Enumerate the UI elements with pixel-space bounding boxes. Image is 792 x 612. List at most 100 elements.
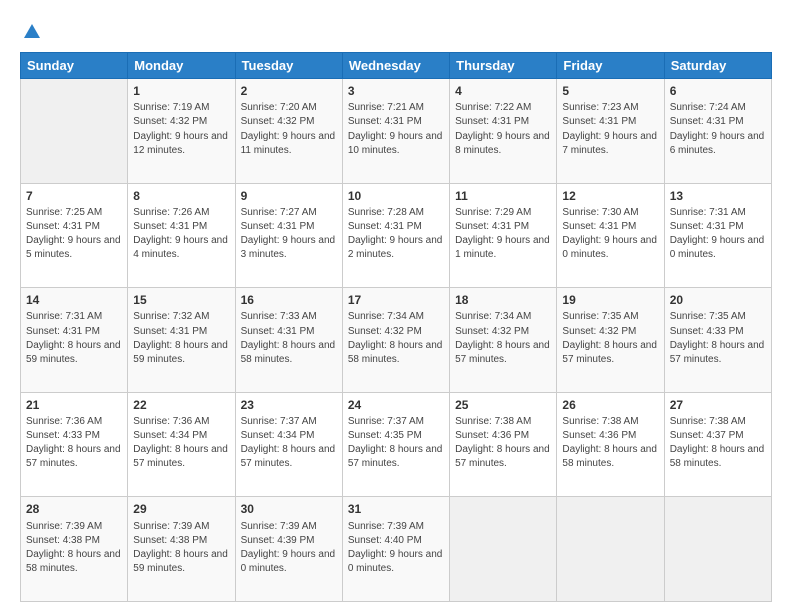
calendar-week-row: 28 Sunrise: 7:39 AM Sunset: 4:38 PM Dayli… [21, 497, 772, 602]
day-info: Sunrise: 7:34 AM Sunset: 4:32 PM Dayligh… [455, 311, 550, 365]
weekday-header: Tuesday [235, 53, 342, 79]
calendar-cell [557, 497, 664, 602]
day-number: 23 [241, 397, 337, 413]
page: SundayMondayTuesdayWednesdayThursdayFrid… [0, 0, 792, 612]
logo [20, 22, 42, 42]
day-info: Sunrise: 7:28 AM Sunset: 4:31 PM Dayligh… [348, 207, 443, 261]
day-info: Sunrise: 7:26 AM Sunset: 4:31 PM Dayligh… [133, 207, 228, 261]
day-info: Sunrise: 7:19 AM Sunset: 4:32 PM Dayligh… [133, 102, 228, 156]
day-number: 27 [670, 397, 766, 413]
weekday-header: Saturday [664, 53, 771, 79]
day-info: Sunrise: 7:20 AM Sunset: 4:32 PM Dayligh… [241, 102, 336, 156]
day-number: 17 [348, 292, 444, 308]
calendar-cell: 12 Sunrise: 7:30 AM Sunset: 4:31 PM Dayli… [557, 183, 664, 288]
day-info: Sunrise: 7:38 AM Sunset: 4:37 PM Dayligh… [670, 416, 765, 470]
day-number: 9 [241, 188, 337, 204]
day-number: 25 [455, 397, 551, 413]
day-info: Sunrise: 7:34 AM Sunset: 4:32 PM Dayligh… [348, 311, 443, 365]
day-info: Sunrise: 7:31 AM Sunset: 4:31 PM Dayligh… [26, 311, 121, 365]
calendar-cell: 19Sunrise: 7:35 AM Sunset: 4:32 PM Dayli… [557, 288, 664, 393]
day-number: 1 [133, 83, 229, 99]
calendar-week-row: 21 Sunrise: 7:36 AM Sunset: 4:33 PM Dayli… [21, 392, 772, 497]
day-number: 8 [133, 188, 229, 204]
calendar-cell: 6 Sunrise: 7:24 AM Sunset: 4:31 PM Daylig… [664, 79, 771, 184]
calendar-cell [664, 497, 771, 602]
calendar-cell: 10 Sunrise: 7:28 AM Sunset: 4:31 PM Dayli… [342, 183, 449, 288]
calendar-cell: 27 Sunrise: 7:38 AM Sunset: 4:37 PM Dayli… [664, 392, 771, 497]
weekday-header: Sunday [21, 53, 128, 79]
day-info: Sunrise: 7:35 AM Sunset: 4:33 PM Dayligh… [670, 311, 765, 365]
calendar-cell: 26Sunrise: 7:38 AM Sunset: 4:36 PM Dayli… [557, 392, 664, 497]
day-number: 5 [562, 83, 658, 99]
day-number: 6 [670, 83, 766, 99]
day-info: Sunrise: 7:39 AM Sunset: 4:40 PM Dayligh… [348, 521, 443, 575]
weekday-header: Wednesday [342, 53, 449, 79]
calendar-cell: 20 Sunrise: 7:35 AM Sunset: 4:33 PM Dayli… [664, 288, 771, 393]
day-number: 4 [455, 83, 551, 99]
calendar-cell: 9Sunrise: 7:27 AM Sunset: 4:31 PM Daylig… [235, 183, 342, 288]
logo-icon [22, 22, 42, 42]
calendar-cell: 1 Sunrise: 7:19 AM Sunset: 4:32 PM Daylig… [128, 79, 235, 184]
calendar-cell: 3 Sunrise: 7:21 AM Sunset: 4:31 PM Daylig… [342, 79, 449, 184]
day-number: 3 [348, 83, 444, 99]
day-number: 22 [133, 397, 229, 413]
calendar-week-row: 7 Sunrise: 7:25 AM Sunset: 4:31 PM Daylig… [21, 183, 772, 288]
calendar-cell: 23 Sunrise: 7:37 AM Sunset: 4:34 PM Dayli… [235, 392, 342, 497]
calendar-cell: 24Sunrise: 7:37 AM Sunset: 4:35 PM Dayli… [342, 392, 449, 497]
day-info: Sunrise: 7:29 AM Sunset: 4:31 PM Dayligh… [455, 207, 550, 261]
day-number: 18 [455, 292, 551, 308]
calendar-week-row: 14 Sunrise: 7:31 AM Sunset: 4:31 PM Dayli… [21, 288, 772, 393]
day-number: 2 [241, 83, 337, 99]
calendar-cell: 25 Sunrise: 7:38 AM Sunset: 4:36 PM Dayli… [450, 392, 557, 497]
calendar-cell: 21 Sunrise: 7:36 AM Sunset: 4:33 PM Dayli… [21, 392, 128, 497]
calendar-cell: 22Sunrise: 7:36 AM Sunset: 4:34 PM Dayli… [128, 392, 235, 497]
calendar-cell: 7 Sunrise: 7:25 AM Sunset: 4:31 PM Daylig… [21, 183, 128, 288]
day-number: 7 [26, 188, 122, 204]
day-info: Sunrise: 7:39 AM Sunset: 4:38 PM Dayligh… [133, 521, 228, 575]
day-info: Sunrise: 7:37 AM Sunset: 4:34 PM Dayligh… [241, 416, 336, 470]
day-number: 16 [241, 292, 337, 308]
day-number: 11 [455, 188, 551, 204]
day-info: Sunrise: 7:23 AM Sunset: 4:31 PM Dayligh… [562, 102, 657, 156]
day-number: 14 [26, 292, 122, 308]
calendar-cell: 5 Sunrise: 7:23 AM Sunset: 4:31 PM Daylig… [557, 79, 664, 184]
day-number: 12 [562, 188, 658, 204]
day-info: Sunrise: 7:24 AM Sunset: 4:31 PM Dayligh… [670, 102, 765, 156]
calendar-cell: 2 Sunrise: 7:20 AM Sunset: 4:32 PM Daylig… [235, 79, 342, 184]
day-info: Sunrise: 7:21 AM Sunset: 4:31 PM Dayligh… [348, 102, 443, 156]
day-number: 21 [26, 397, 122, 413]
day-info: Sunrise: 7:30 AM Sunset: 4:31 PM Dayligh… [562, 207, 657, 261]
calendar-cell: 11 Sunrise: 7:29 AM Sunset: 4:31 PM Dayli… [450, 183, 557, 288]
day-number: 26 [562, 397, 658, 413]
day-info: Sunrise: 7:37 AM Sunset: 4:35 PM Dayligh… [348, 416, 443, 470]
day-info: Sunrise: 7:38 AM Sunset: 4:36 PM Dayligh… [455, 416, 550, 470]
calendar-cell: 17 Sunrise: 7:34 AM Sunset: 4:32 PM Dayli… [342, 288, 449, 393]
calendar-cell: 31Sunrise: 7:39 AM Sunset: 4:40 PM Dayli… [342, 497, 449, 602]
weekday-header: Thursday [450, 53, 557, 79]
day-number: 20 [670, 292, 766, 308]
day-number: 30 [241, 501, 337, 517]
calendar-cell: 14 Sunrise: 7:31 AM Sunset: 4:31 PM Dayli… [21, 288, 128, 393]
day-number: 10 [348, 188, 444, 204]
day-number: 29 [133, 501, 229, 517]
calendar-cell: 13 Sunrise: 7:31 AM Sunset: 4:31 PM Dayli… [664, 183, 771, 288]
day-info: Sunrise: 7:39 AM Sunset: 4:39 PM Dayligh… [241, 521, 336, 575]
day-info: Sunrise: 7:35 AM Sunset: 4:32 PM Dayligh… [562, 311, 657, 365]
day-info: Sunrise: 7:25 AM Sunset: 4:31 PM Dayligh… [26, 207, 121, 261]
calendar-cell: 30 Sunrise: 7:39 AM Sunset: 4:39 PM Dayli… [235, 497, 342, 602]
day-info: Sunrise: 7:33 AM Sunset: 4:31 PM Dayligh… [241, 311, 336, 365]
calendar-cell: 15Sunrise: 7:32 AM Sunset: 4:31 PM Dayli… [128, 288, 235, 393]
calendar-cell: 29 Sunrise: 7:39 AM Sunset: 4:38 PM Dayli… [128, 497, 235, 602]
calendar-cell: 16 Sunrise: 7:33 AM Sunset: 4:31 PM Dayli… [235, 288, 342, 393]
calendar-header-row: SundayMondayTuesdayWednesdayThursdayFrid… [21, 53, 772, 79]
calendar-cell: 8 Sunrise: 7:26 AM Sunset: 4:31 PM Daylig… [128, 183, 235, 288]
day-info: Sunrise: 7:22 AM Sunset: 4:31 PM Dayligh… [455, 102, 550, 156]
weekday-header: Monday [128, 53, 235, 79]
calendar-cell: 18 Sunrise: 7:34 AM Sunset: 4:32 PM Dayli… [450, 288, 557, 393]
day-info: Sunrise: 7:36 AM Sunset: 4:33 PM Dayligh… [26, 416, 121, 470]
header [20, 18, 772, 42]
day-number: 28 [26, 501, 122, 517]
day-info: Sunrise: 7:31 AM Sunset: 4:31 PM Dayligh… [670, 207, 765, 261]
calendar-table: SundayMondayTuesdayWednesdayThursdayFrid… [20, 52, 772, 602]
day-number: 13 [670, 188, 766, 204]
